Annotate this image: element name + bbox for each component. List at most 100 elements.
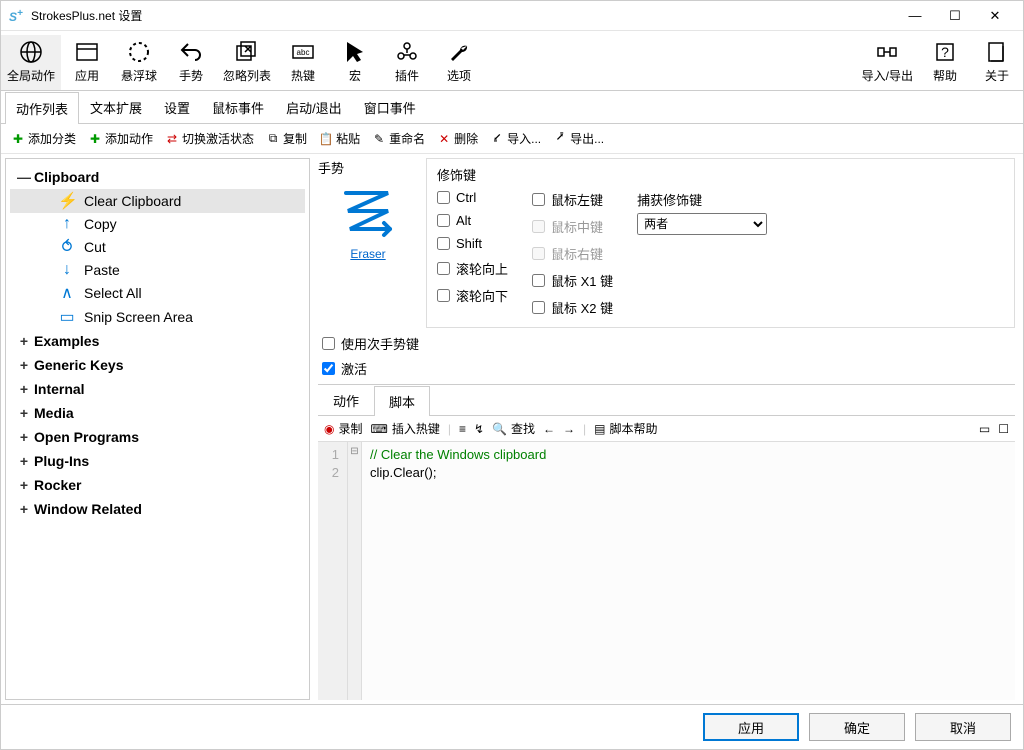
tb-options[interactable]: 选项 — [433, 35, 485, 90]
circle-dashed-icon — [126, 39, 152, 65]
expand-icon: + — [14, 501, 34, 517]
import-export-icon — [874, 39, 900, 65]
svg-text:abc: abc — [297, 48, 310, 57]
chk-mouse-left[interactable]: 鼠标左键 — [532, 190, 613, 209]
tb-label: 悬浮球 — [121, 67, 157, 84]
find-button[interactable]: 🔍查找 — [492, 420, 535, 437]
tb-help[interactable]: ? 帮助 — [919, 35, 971, 90]
tab-text-expansion[interactable]: 文本扩展 — [79, 91, 153, 123]
action-select-all[interactable]: ∧Select All — [10, 281, 305, 305]
chk-shift[interactable]: Shift — [437, 236, 508, 251]
action-clear-clipboard[interactable]: ⚡Clear Clipboard — [10, 189, 305, 213]
chk-wheel-down[interactable]: 滚轮向下 — [437, 286, 508, 305]
insert-hotkey-button[interactable]: ⌨插入热键 — [371, 420, 440, 437]
copy-button[interactable]: ⧉复制 — [262, 128, 311, 149]
chk-use-secondary[interactable]: 使用次手势键 — [322, 334, 1015, 353]
tb-applications[interactable]: 应用 — [61, 35, 113, 90]
tb-import-export[interactable]: 导入/导出 — [856, 35, 919, 90]
script-help-button[interactable]: ▤脚本帮助 — [594, 420, 657, 437]
tab-action-list[interactable]: 动作列表 — [5, 92, 79, 124]
category-rocker[interactable]: +Rocker — [10, 473, 305, 497]
category-internal[interactable]: +Internal — [10, 377, 305, 401]
toggle-active-button[interactable]: ⇄切换激活状态 — [161, 128, 258, 149]
tab-window-events[interactable]: 窗口事件 — [353, 91, 427, 123]
copy-icon: ⧉ — [266, 132, 280, 146]
gesture-icon: ↑ — [58, 215, 76, 233]
search-icon: 🔍 — [492, 422, 507, 436]
next-button[interactable]: → — [563, 422, 575, 436]
close-button[interactable]: ✕ — [975, 2, 1015, 30]
action-snip[interactable]: ▭Snip Screen Area — [10, 305, 305, 329]
category-generic-keys[interactable]: +Generic Keys — [10, 353, 305, 377]
prev-button[interactable]: ← — [543, 422, 555, 436]
category-examples[interactable]: +Examples — [10, 329, 305, 353]
tb-plugins[interactable]: 插件 — [381, 35, 433, 90]
category-window-related[interactable]: +Window Related — [10, 497, 305, 521]
chk-active[interactable]: 激活 — [322, 359, 1015, 378]
apply-button[interactable]: 应用 — [703, 713, 799, 741]
play-cursor-icon — [342, 39, 368, 65]
toggle-icon: ⇄ — [165, 132, 179, 146]
globe-icon — [18, 39, 44, 65]
keyboard-icon: ⌨ — [371, 422, 388, 436]
action-copy[interactable]: ↑Copy — [10, 213, 305, 235]
delete-button[interactable]: ✕删除 — [433, 128, 482, 149]
expand-icon: + — [14, 333, 34, 349]
ok-button[interactable]: 确定 — [809, 713, 905, 741]
category-clipboard[interactable]: —Clipboard — [10, 165, 305, 189]
maximize-editor-button[interactable]: ☐ — [998, 422, 1009, 436]
step-button[interactable]: ↯ — [474, 422, 484, 436]
tb-label: 宏 — [349, 67, 361, 84]
add-category-button[interactable]: ✚添加分类 — [7, 128, 80, 149]
tb-floater[interactable]: 悬浮球 — [113, 35, 165, 90]
gesture-preview[interactable] — [338, 181, 398, 241]
tb-label: 手势 — [179, 67, 203, 84]
rename-button[interactable]: ✎重命名 — [368, 128, 429, 149]
category-plugins[interactable]: +Plug-Ins — [10, 449, 305, 473]
delete-icon: ✕ — [437, 132, 451, 146]
tb-ignore-list[interactable]: 忽略列表 — [217, 35, 277, 90]
chk-alt[interactable]: Alt — [437, 213, 508, 228]
paste-icon: 📋 — [319, 132, 333, 146]
gesture-icon: ∧ — [58, 283, 76, 303]
chk-mouse-x2[interactable]: 鼠标 X2 键 — [532, 298, 613, 317]
chk-ctrl[interactable]: Ctrl — [437, 190, 508, 205]
maximize-button[interactable]: ☐ — [935, 2, 975, 30]
tab-mouse-events[interactable]: 鼠标事件 — [201, 91, 275, 123]
info-icon — [984, 39, 1010, 65]
minimize-editor-button[interactable]: ▭ — [979, 422, 990, 436]
code-content[interactable]: // Clear the Windows clipboard clip.Clea… — [362, 442, 1015, 700]
cancel-button[interactable]: 取消 — [915, 713, 1011, 741]
category-open-programs[interactable]: +Open Programs — [10, 425, 305, 449]
import-button[interactable]: ⭹导入... — [486, 128, 545, 149]
paste-button[interactable]: 📋粘贴 — [315, 128, 364, 149]
tb-global-actions[interactable]: 全局动作 — [1, 35, 61, 90]
tab-action[interactable]: 动作 — [318, 385, 374, 415]
action-cut[interactable]: ⥀Cut — [10, 235, 305, 259]
sub-tabs: 动作列表 文本扩展 设置 鼠标事件 启动/退出 窗口事件 — [1, 91, 1023, 124]
tab-startup-exit[interactable]: 启动/退出 — [275, 91, 353, 123]
gesture-name-link[interactable]: Eraser — [350, 247, 385, 261]
chk-mouse-x1[interactable]: 鼠标 X1 键 — [532, 271, 613, 290]
category-media[interactable]: +Media — [10, 401, 305, 425]
tb-label: 全局动作 — [7, 67, 55, 84]
chk-wheel-up[interactable]: 滚轮向上 — [437, 259, 508, 278]
capture-select[interactable]: 两者 — [637, 213, 767, 235]
tb-label: 插件 — [395, 67, 419, 84]
record-button[interactable]: ◉录制 — [324, 420, 363, 437]
tb-hotkeys[interactable]: abc 热键 — [277, 35, 329, 90]
minimize-button[interactable]: — — [895, 2, 935, 30]
tb-gestures[interactable]: 手势 — [165, 35, 217, 90]
action-paste[interactable]: ↓Paste — [10, 259, 305, 281]
code-editor[interactable]: 1 2 ⊟ // Clear the Windows clipboard cli… — [318, 442, 1015, 700]
tab-script[interactable]: 脚本 — [374, 386, 430, 416]
add-action-button[interactable]: ✚添加动作 — [84, 128, 157, 149]
gesture-icon: ↓ — [58, 261, 76, 279]
step-icon: ↯ — [474, 422, 484, 436]
export-button[interactable]: ⭷导出... — [549, 128, 608, 149]
tb-macros[interactable]: 宏 — [329, 35, 381, 90]
indent-button[interactable]: ≡ — [459, 422, 466, 436]
tab-settings[interactable]: 设置 — [153, 91, 201, 123]
tb-about[interactable]: 关于 — [971, 35, 1023, 90]
capture-label: 捕获修饰键 — [637, 190, 767, 209]
